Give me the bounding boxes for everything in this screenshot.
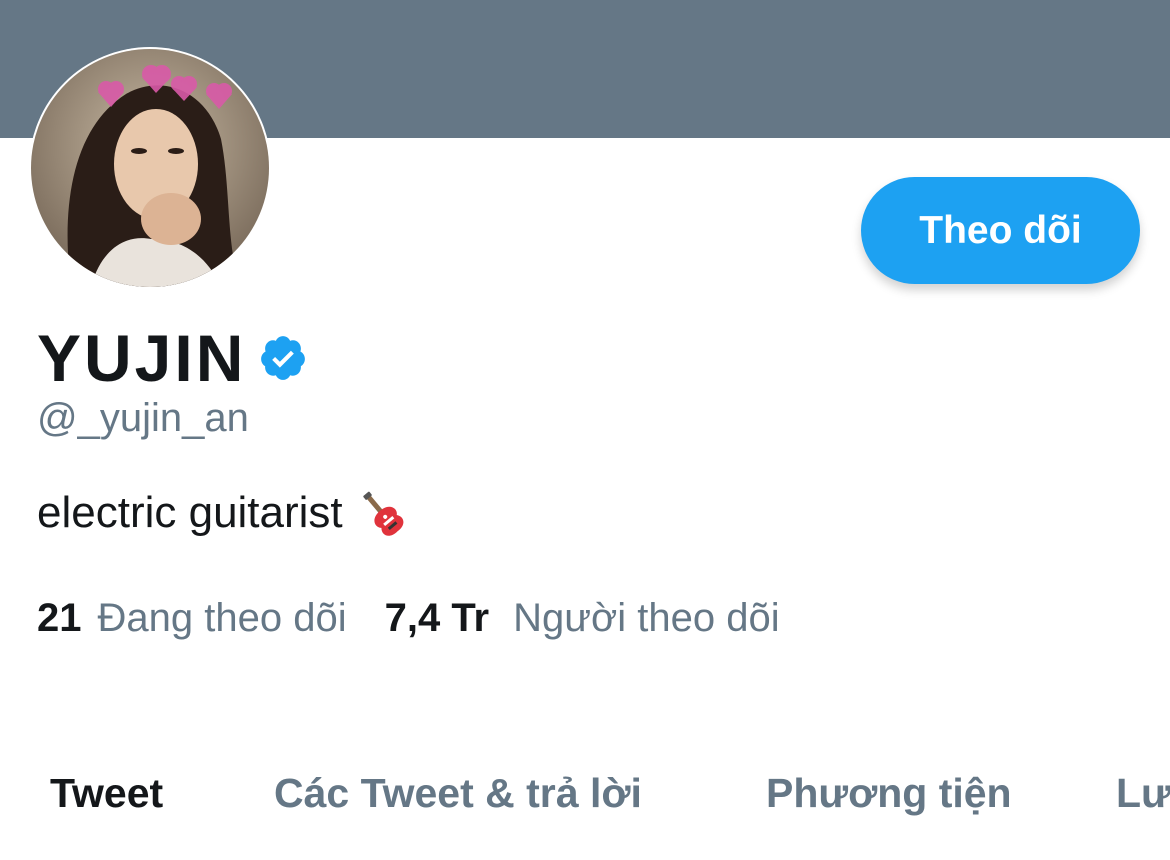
followers-label: Người theo dõi	[513, 596, 780, 640]
tab-tweets-replies[interactable]: Các Tweet & trả lời	[274, 770, 642, 817]
following-count: 21	[37, 596, 82, 640]
followers-stat[interactable]: 7,4 Tr Người theo dõi	[385, 596, 780, 641]
profile-bio: electric guitarist	[37, 488, 407, 538]
following-label: Đang theo dõi	[97, 596, 347, 640]
avatar-container[interactable]	[29, 47, 271, 289]
profile-name-row: YUJIN	[37, 321, 308, 395]
tab-likes[interactable]: Lươ	[1116, 770, 1170, 817]
bio-text: electric guitarist	[37, 488, 343, 537]
follow-button[interactable]: Theo dõi	[861, 177, 1140, 284]
avatar[interactable]	[31, 49, 269, 287]
profile-stats: 21 Đang theo dõi 7,4 Tr Người theo dõi	[37, 596, 780, 641]
display-name: YUJIN	[37, 321, 247, 395]
verified-badge-icon	[258, 333, 308, 383]
profile-tabs: Tweet Các Tweet & trả lời Phương tiện Lư…	[0, 770, 1170, 830]
profile-handle: @_yujin_an	[37, 396, 249, 440]
followers-count: 7,4 Tr	[384, 596, 490, 640]
tab-media[interactable]: Phương tiện	[766, 770, 1012, 817]
following-stat[interactable]: 21 Đang theo dõi	[37, 596, 347, 641]
tab-tweets[interactable]: Tweet	[50, 770, 163, 817]
guitar-emoji-icon	[357, 488, 407, 538]
